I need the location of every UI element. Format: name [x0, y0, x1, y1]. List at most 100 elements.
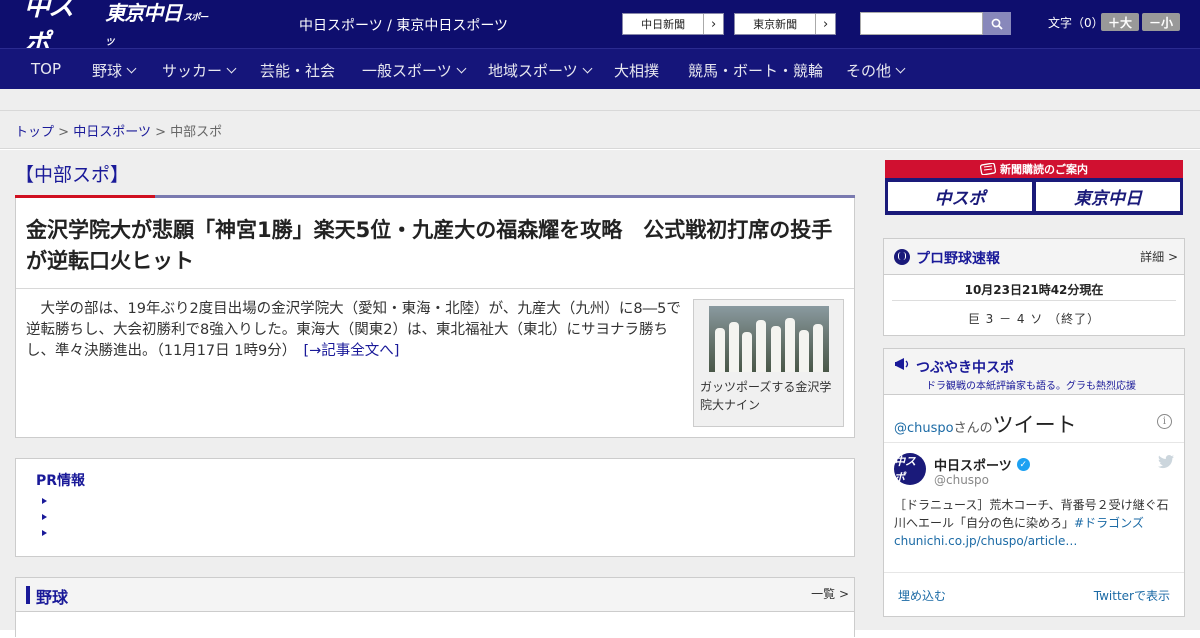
article-lead: 大学の部は、19年ぶり2度目出場の金沢学院大（愛知・東海・北陸）が、九産大（九州… — [26, 299, 681, 362]
bullet-arrow-icon[interactable] — [42, 514, 47, 520]
photo-figure — [799, 330, 809, 372]
scores-detail-link[interactable]: 詳細 > — [1140, 248, 1178, 265]
baseball-list-link[interactable]: 一覧 > — [811, 585, 849, 602]
nav-item-entertainment[interactable]: 芸能・社会 — [260, 60, 335, 81]
photo-figure — [813, 324, 823, 372]
baseball-section: 野球 一覧 > — [15, 577, 855, 638]
tweet-text: ［ドラニュース］荒木コーチ、背番号２受け継ぐ石川へエール「自分の色に染めろ」#ド… — [894, 496, 1176, 550]
nav-label: 一般スポーツ — [362, 62, 452, 80]
chunichi-shimbun-label: 中日新聞 — [641, 18, 686, 31]
verified-badge-icon: ✓ — [1016, 458, 1030, 471]
nav-item-baseball[interactable]: 野球 — [92, 60, 137, 81]
search-button[interactable] — [983, 12, 1011, 35]
pr-section: PR情報 — [15, 458, 855, 557]
section-accent-bar — [26, 586, 30, 604]
tweets-subtitle: ドラ観戦の本紙評論家も語る。グラも熱烈応援 — [926, 381, 1136, 392]
subscription-header: 新聞購読のご案内 — [885, 160, 1183, 178]
timeline-user-link[interactable]: @chuspo — [894, 421, 954, 436]
newspaper-icon — [980, 163, 996, 175]
avatar[interactable]: 中スポ — [894, 453, 926, 485]
scores-header: プロ野球速報 詳細 > — [884, 239, 1184, 275]
divider — [884, 572, 1184, 573]
tweet-author[interactable]: 中日スポーツ ✓ — [934, 455, 1030, 474]
chevron-right-icon: › — [703, 14, 723, 34]
logo-tokyo-chunichi-text: 東京中日 — [105, 0, 182, 25]
chevron-down-icon — [895, 63, 906, 74]
breadcrumb-chunichi-sports[interactable]: 中日スポーツ — [73, 125, 151, 140]
photo-figure — [715, 328, 725, 372]
tweet-handle[interactable]: @chuspo — [934, 473, 989, 487]
tweet-hashtag[interactable]: #ドラゴンズ — [1074, 516, 1144, 530]
twitter-bird-icon[interactable] — [1158, 455, 1174, 469]
search-icon — [991, 18, 1003, 30]
nav-label: 競馬・ボート・競輪 — [688, 62, 824, 80]
chevron-down-icon — [226, 63, 237, 74]
embed-link[interactable]: 埋め込む — [898, 587, 946, 604]
nav-label: 野球 — [92, 62, 123, 80]
photo-figure — [756, 320, 766, 372]
article-accent-red — [15, 195, 155, 198]
tweet-author-name: 中日スポーツ — [934, 459, 1012, 474]
subscription-header-label: 新聞購読のご案内 — [1000, 163, 1088, 176]
nav-label: 芸能・社会 — [260, 62, 336, 80]
breadcrumb-top[interactable]: トップ — [15, 125, 54, 140]
read-full-article-link[interactable]: [→記事全文へ] — [303, 343, 399, 359]
bullet-arrow-icon[interactable] — [42, 498, 47, 504]
breadcrumb-separator: > — [155, 125, 166, 140]
site-logo[interactable]: 中スポ 東京中日 スポーツ — [24, 0, 214, 59]
chuspo-subscribe-logo[interactable]: 中スポ — [888, 182, 1032, 211]
nav-label: 地域スポーツ — [488, 62, 578, 80]
pro-baseball-scores: プロ野球速報 詳細 > 10月23日21時42分現在 巨 3 － 4 ソ （終了… — [883, 238, 1185, 336]
chevron-down-icon — [126, 63, 137, 74]
nav-label: TOP — [31, 60, 62, 78]
photo-figure — [771, 326, 781, 372]
photo-figure — [729, 322, 739, 372]
article-photo[interactable] — [709, 306, 829, 372]
nav-item-general-sports[interactable]: 一般スポーツ — [362, 60, 467, 81]
main-nav: TOP 野球 サッカー 芸能・社会 一般スポーツ 地域スポーツ 大相撲 競馬・ボ… — [0, 48, 1200, 89]
baseball-section-title[interactable]: 野球 — [36, 584, 68, 608]
tokyo-shimbun-link[interactable]: 東京新聞 › — [734, 13, 836, 35]
subscription-banner[interactable]: 新聞購読のご案内 中スポ 東京中日 — [885, 160, 1183, 215]
tokyo-shimbun-label: 東京新聞 — [753, 18, 798, 31]
nav-item-soccer[interactable]: サッカー — [162, 60, 237, 81]
scores-timestamp: 10月23日21時42分現在 — [964, 283, 1104, 297]
breadcrumb: トップ > 中日スポーツ > 中部スポ — [15, 121, 222, 140]
nav-item-other[interactable]: その他 — [846, 60, 906, 81]
breadcrumb-separator: > — [58, 125, 70, 140]
breadcrumb-current: 中部スポ — [170, 125, 223, 140]
nav-spacer — [0, 89, 1200, 111]
chevron-down-icon — [582, 63, 593, 74]
twitter-timeline-widget: @chuspo さんの ツイート i 中スポ 中日スポーツ ✓ @chuspo ［ド… — [883, 394, 1185, 617]
nav-item-regional-sports[interactable]: 地域スポーツ — [488, 60, 593, 81]
nav-label: 大相撲 — [614, 62, 660, 80]
bullet-arrow-icon[interactable] — [42, 530, 47, 536]
font-increase-button[interactable]: ＋大 — [1101, 13, 1139, 31]
font-decrease-button[interactable]: －小 — [1142, 13, 1180, 31]
search-input[interactable] — [860, 12, 983, 35]
top-header: 中スポ 東京中日 スポーツ 中日スポーツ / 東京中日スポーツ 中日新聞 › 東京… — [0, 0, 1200, 59]
tweets-header: つぶやき中スポ ドラ観戦の本紙評論家も語る。グラも熱烈応援 — [883, 348, 1185, 394]
tweets-title: つぶやき中スポ — [916, 360, 1014, 376]
info-icon[interactable]: i — [1157, 414, 1172, 429]
score-game-row[interactable]: 巨 3 － 4 ソ （終了） — [884, 310, 1184, 327]
divider — [884, 442, 1184, 443]
nav-item-racing[interactable]: 競馬・ボート・競輪 — [688, 60, 823, 81]
nav-item-sumo[interactable]: 大相撲 — [614, 60, 659, 81]
baseball-list — [16, 611, 854, 638]
nav-label: その他 — [846, 62, 892, 80]
timeline-suffix: さんの — [953, 421, 993, 436]
site-title[interactable]: 中日スポーツ / 東京中日スポーツ — [299, 15, 508, 35]
tweet-link[interactable]: chunichi.co.jp/chuspo/article… — [894, 534, 1077, 548]
nav-item-top[interactable]: TOP — [31, 60, 61, 78]
pr-title: PR情報 — [36, 473, 86, 489]
article-card: 金沢学院大が悲願「神宮1勝」楽天5位・九産大の福森耀を攻略 公式戦初打席の投手が… — [15, 195, 855, 438]
article-headline[interactable]: 金沢学院大が悲願「神宮1勝」楽天5位・九産大の福森耀を攻略 公式戦初打席の投手が… — [26, 215, 851, 277]
timeline-header: @chuspo さんの ツイート — [894, 409, 1077, 439]
chevron-down-icon — [456, 63, 467, 74]
tokyo-chunichi-subscribe-logo[interactable]: 東京中日 — [1036, 182, 1180, 211]
view-on-twitter-link[interactable]: Twitterで表示 — [1094, 587, 1170, 604]
scores-title: プロ野球速報 — [916, 251, 1000, 267]
chunichi-shimbun-link[interactable]: 中日新聞 › — [622, 13, 724, 35]
article-photo-box: ガッツポーズする金沢学院大ナイン — [693, 299, 844, 427]
